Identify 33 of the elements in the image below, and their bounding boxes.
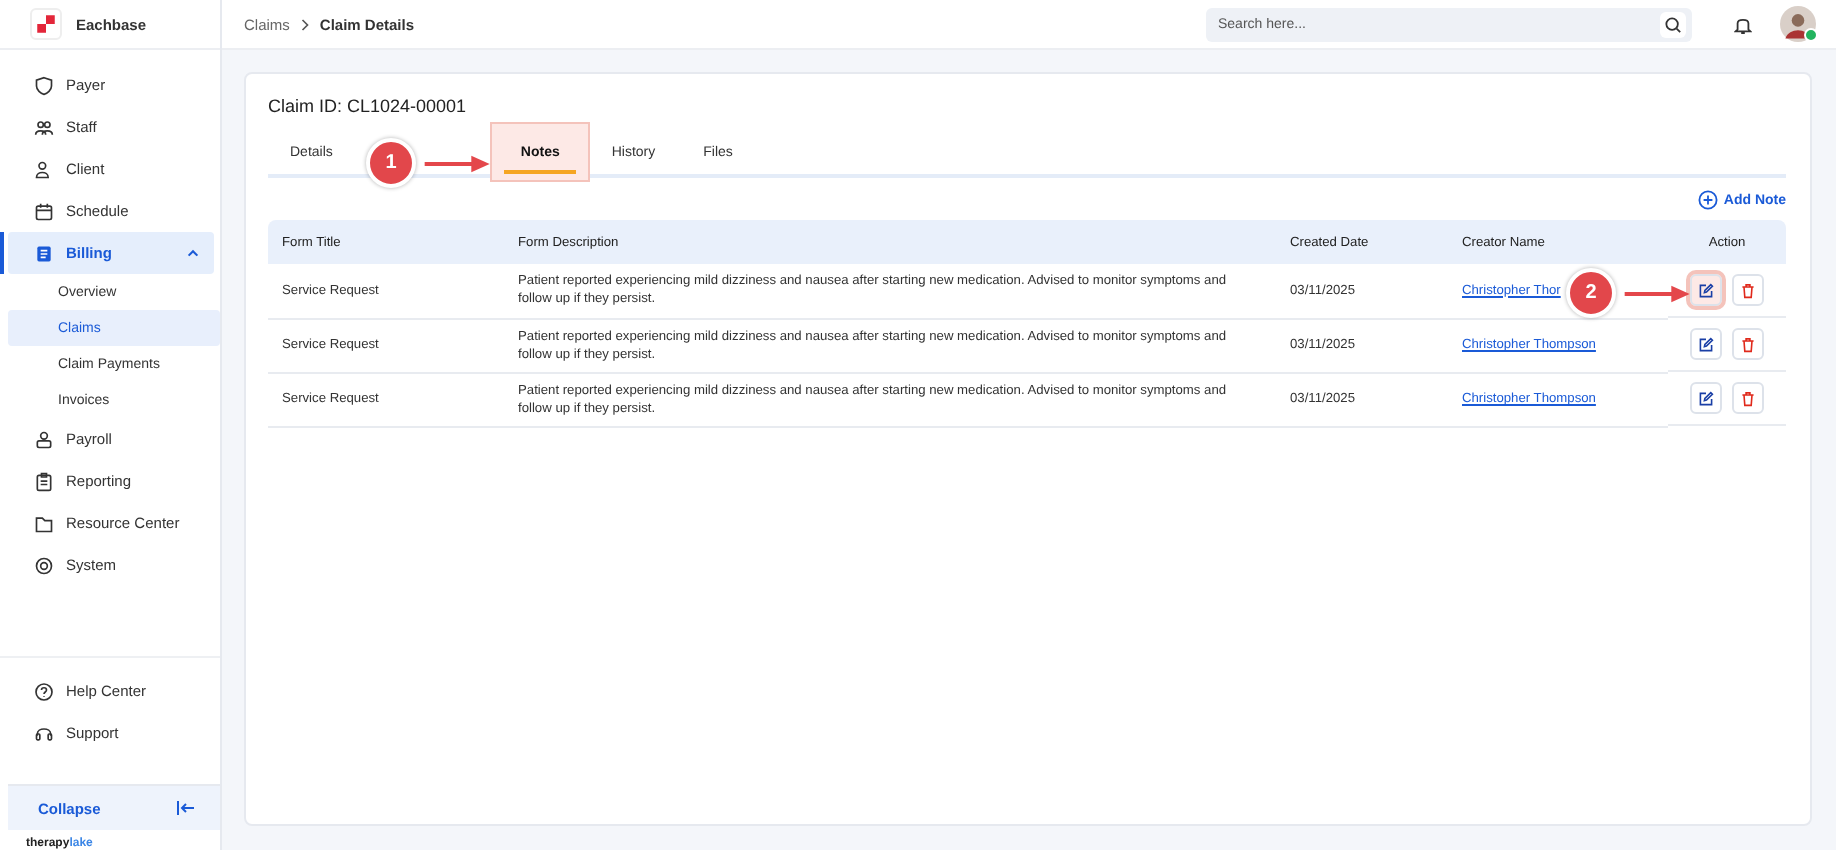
arrow-icon xyxy=(424,153,492,173)
notification-icon[interactable] xyxy=(1734,13,1752,35)
trash-icon xyxy=(1740,282,1756,300)
trash-icon xyxy=(1740,336,1756,354)
arrow-icon xyxy=(1624,283,1692,303)
people-icon xyxy=(34,117,54,137)
delete-button[interactable] xyxy=(1732,274,1764,306)
badge-icon xyxy=(34,429,54,449)
chevron-icon[interactable] xyxy=(186,246,200,260)
chevron-right-icon xyxy=(299,17,310,31)
edit-icon xyxy=(1698,336,1714,354)
edit-icon xyxy=(1698,282,1714,300)
clipboard-icon xyxy=(34,471,54,491)
delete-button[interactable] xyxy=(1732,382,1764,414)
user-avatar[interactable] xyxy=(1780,6,1816,42)
trash-icon xyxy=(1740,390,1756,408)
person-icon xyxy=(34,159,54,179)
plus-circle-icon xyxy=(1697,190,1718,210)
edit-button[interactable] xyxy=(1690,274,1722,306)
help-icon xyxy=(34,681,54,701)
receipt-icon xyxy=(34,243,54,263)
edit-icon xyxy=(1698,390,1714,408)
edit-button[interactable] xyxy=(1690,382,1722,414)
claim-title: Claim ID: CL1024-00001 xyxy=(268,96,469,116)
shield-icon xyxy=(34,75,54,95)
edit-button[interactable] xyxy=(1690,328,1722,360)
folder-icon xyxy=(34,513,54,533)
headset-icon xyxy=(34,723,54,743)
logo-icon xyxy=(30,8,62,40)
calendar-icon xyxy=(34,201,54,221)
search-button[interactable] xyxy=(1660,11,1686,37)
delete-button[interactable] xyxy=(1732,328,1764,360)
collapse-icon xyxy=(176,800,196,816)
